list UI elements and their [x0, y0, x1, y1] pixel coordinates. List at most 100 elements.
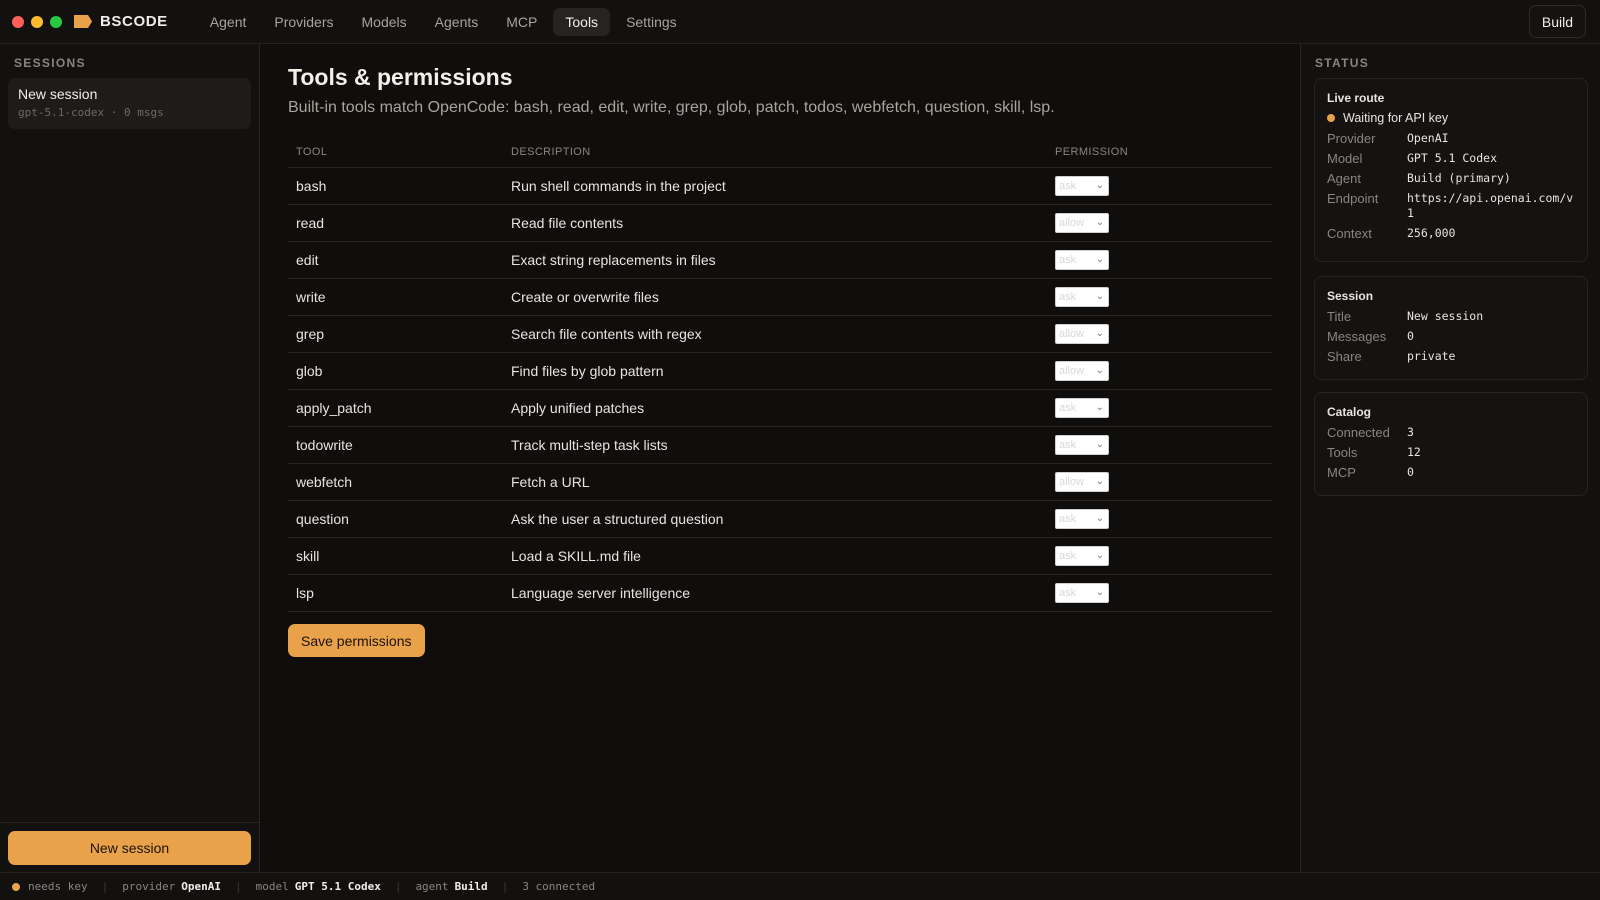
- table-row: lsp Language server intelligence ask ⌄: [288, 574, 1272, 612]
- tab-tools[interactable]: Tools: [553, 7, 611, 36]
- model-label: model: [255, 880, 289, 893]
- tool-permission-cell: ask ⌄: [1047, 500, 1272, 538]
- tool-description: Exact string replacements in files: [503, 241, 1047, 279]
- tool-description: Create or overwrite files: [503, 278, 1047, 316]
- permission-value: ask: [1059, 512, 1077, 525]
- tab-providers[interactable]: Providers: [262, 8, 345, 36]
- tool-description: Ask the user a structured question: [503, 500, 1047, 538]
- tab-agents[interactable]: Agents: [423, 8, 491, 36]
- permission-select[interactable]: ask ⌄: [1055, 397, 1109, 418]
- kv-key: Title: [1327, 309, 1352, 324]
- kv-value: Build (primary): [1407, 171, 1511, 185]
- table-row: edit Exact string replacements in files as…: [288, 241, 1272, 279]
- kv-row: Provider OpenAI: [1327, 131, 1575, 146]
- chevron-down-icon: ⌄: [1095, 327, 1104, 339]
- tool-name: apply_patch: [288, 389, 503, 427]
- save-permissions-button[interactable]: Save permissions: [288, 624, 425, 657]
- tab-agent[interactable]: Agent: [198, 8, 259, 36]
- tool-permission-cell: ask ⌄: [1047, 537, 1272, 575]
- session-card: Session Title New session Messages 0 Share…: [1314, 276, 1588, 380]
- permission-select[interactable]: ask ⌄: [1055, 434, 1109, 455]
- tool-permission-cell: ask ⌄: [1047, 241, 1272, 279]
- maximize-window-button[interactable]: [50, 15, 62, 28]
- table-row: question Ask the user a structured questi…: [288, 500, 1272, 538]
- kv-key: Share: [1327, 349, 1362, 364]
- permission-select[interactable]: ask ⌄: [1055, 545, 1109, 566]
- main-content: Tools & permissions Built-in tools match…: [260, 44, 1300, 872]
- permission-value: ask: [1059, 290, 1077, 303]
- tool-description: Apply unified patches: [503, 389, 1047, 427]
- main-nav: Agent Providers Models Agents MCP Tools …: [198, 7, 689, 36]
- new-session-button[interactable]: New session: [8, 831, 251, 865]
- separator: |: [394, 880, 402, 893]
- chevron-down-icon: ⌄: [1095, 216, 1104, 228]
- kv-value: 256,000: [1407, 226, 1456, 240]
- kv-value: private: [1407, 349, 1456, 363]
- tool-permission-cell: allow ⌄: [1047, 204, 1272, 242]
- permission-select[interactable]: ask ⌄: [1055, 508, 1109, 529]
- permission-value: ask: [1059, 438, 1077, 451]
- kv-value: 3: [1407, 425, 1414, 439]
- tool-permission-cell: allow ⌄: [1047, 315, 1272, 353]
- kv-row: Agent Build (primary): [1327, 171, 1575, 186]
- tool-name: todowrite: [288, 426, 503, 464]
- kv-value: 0: [1407, 329, 1414, 343]
- kv-key: MCP: [1327, 465, 1356, 480]
- permission-value: ask: [1059, 586, 1077, 599]
- chevron-down-icon: ⌄: [1095, 364, 1104, 376]
- session-item[interactable]: New session gpt-5.1-codex · 0 msgs: [8, 78, 251, 129]
- build-button[interactable]: Build: [1528, 5, 1586, 38]
- chevron-down-icon: ⌄: [1095, 179, 1104, 191]
- session-card-title: Session: [1327, 289, 1374, 303]
- status-heading: STATUS: [1315, 56, 1370, 70]
- permission-select[interactable]: ask ⌄: [1055, 175, 1109, 196]
- permission-select[interactable]: allow ⌄: [1055, 323, 1109, 344]
- tool-description: Track multi-step task lists: [503, 426, 1047, 464]
- top-bar: BSCODE Agent Providers Models Agents MCP…: [0, 0, 1600, 44]
- kv-value: GPT 5.1 Codex: [1407, 151, 1498, 165]
- live-route-title: Live route: [1327, 91, 1385, 105]
- tool-permission-cell: ask ⌄: [1047, 574, 1272, 612]
- brand-name: BSCODE: [100, 13, 168, 30]
- tool-description: Fetch a URL: [503, 463, 1047, 501]
- kv-row: Endpoint https://api.openai.com/v1: [1327, 191, 1575, 221]
- permission-select[interactable]: allow ⌄: [1055, 212, 1109, 233]
- kv-key: Provider: [1327, 131, 1376, 146]
- tool-permission-cell: ask ⌄: [1047, 389, 1272, 427]
- kv-value: New session: [1407, 309, 1484, 323]
- agent-value: Build: [454, 880, 488, 893]
- column-header-description: DESCRIPTION: [503, 137, 1047, 168]
- tool-description: Load a SKILL.md file: [503, 537, 1047, 575]
- permission-select[interactable]: ask ⌄: [1055, 582, 1109, 603]
- kv-key: Connected: [1327, 425, 1390, 440]
- page-title: Tools & permissions: [288, 64, 513, 90]
- tool-name: glob: [288, 352, 503, 390]
- close-window-button[interactable]: [12, 15, 24, 28]
- permission-select[interactable]: allow ⌄: [1055, 471, 1109, 492]
- permission-select[interactable]: allow ⌄: [1055, 360, 1109, 381]
- page-subtitle: Built-in tools match OpenCode: bash, rea…: [288, 99, 1055, 116]
- kv-key: Endpoint: [1327, 191, 1379, 206]
- tab-settings[interactable]: Settings: [614, 8, 689, 36]
- live-route-state-text: Waiting for API key: [1343, 111, 1449, 125]
- chevron-down-icon: ⌄: [1095, 512, 1104, 524]
- tool-permission-cell: allow ⌄: [1047, 352, 1272, 390]
- kv-key: Tools: [1327, 445, 1358, 460]
- kv-value: 0: [1407, 465, 1414, 479]
- permission-value: allow: [1059, 216, 1085, 229]
- tool-description: Run shell commands in the project: [503, 167, 1047, 205]
- permission-select[interactable]: ask ⌄: [1055, 286, 1109, 307]
- tab-mcp[interactable]: MCP: [494, 8, 549, 36]
- session-meta: gpt-5.1-codex · 0 msgs: [18, 106, 164, 119]
- table-row: webfetch Fetch a URL allow ⌄: [288, 463, 1272, 501]
- sidebar-footer: New session: [0, 822, 259, 872]
- permission-select[interactable]: ask ⌄: [1055, 249, 1109, 270]
- window-controls: [12, 15, 62, 28]
- minimize-window-button[interactable]: [31, 15, 43, 28]
- tool-permission-cell: allow ⌄: [1047, 463, 1272, 501]
- tool-description: Find files by glob pattern: [503, 352, 1047, 390]
- tool-name: write: [288, 278, 503, 316]
- tab-models[interactable]: Models: [350, 8, 419, 36]
- separator: |: [234, 880, 242, 893]
- kv-value: https://api.openai.com/v1: [1407, 191, 1574, 220]
